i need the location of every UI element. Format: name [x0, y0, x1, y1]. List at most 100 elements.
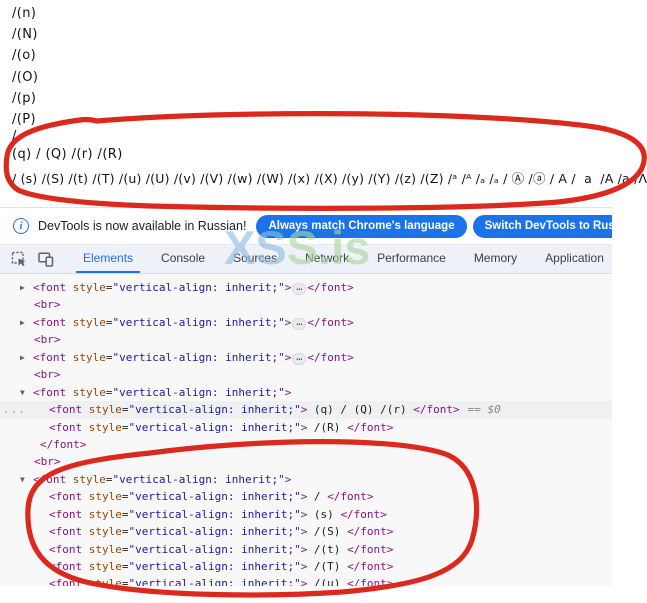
devtools-infobar: i DevTools is now available in Russian! … [0, 208, 612, 245]
tab-console[interactable]: Console [147, 245, 219, 273]
code-token: <font [49, 525, 89, 539]
code-token: <font [33, 281, 73, 294]
devtools-tabs: Elements Console Sources Network Performance… [69, 245, 612, 273]
chevron-right-icon[interactable]: ▶ [20, 314, 25, 331]
infobar-button[interactable]: Always match Chrome's language [256, 214, 467, 238]
chevron-down-icon[interactable]: ▼ [20, 384, 25, 401]
code-token: = [105, 472, 113, 486]
code-token: <font [33, 472, 73, 486]
chevron-right-icon[interactable]: ▶ [20, 279, 25, 296]
code-token: <br> [34, 333, 61, 347]
code-token: "vertical-align: inherit;" [112, 385, 285, 399]
tab-elements[interactable]: Elements [69, 245, 147, 273]
code-token: </font> [327, 490, 374, 504]
device-toolbar-icon[interactable] [38, 251, 54, 267]
code-token: </font> [347, 560, 394, 573]
code-token: "vertical-align: inherit;" [128, 490, 301, 504]
code-token: > [284, 472, 292, 486]
tree-row[interactable]: <font style="vertical-align: inherit;"> … [0, 575, 612, 586]
tree-row[interactable]: <font style="vertical-align: inherit;"> … [0, 506, 612, 523]
tab-performance[interactable]: Performance [363, 245, 460, 273]
inspect-icon[interactable] [11, 251, 27, 267]
tree-row[interactable]: <font style="vertical-align: inherit;"> … [0, 488, 612, 505]
code-token: == $0 [467, 403, 501, 417]
code-token: </font> [347, 542, 394, 556]
code-token: (q) / (Q) /(r) [307, 403, 414, 417]
char-line: /(p) [12, 91, 37, 106]
char-line: /(o) [12, 48, 37, 63]
code-token: style [88, 542, 122, 556]
tree-row[interactable]: <font style="vertical-align: inherit;"> … [0, 523, 612, 540]
expand-ellipsis-button[interactable]: … [292, 283, 307, 295]
code-token: <font [49, 542, 89, 556]
code-token: > [284, 385, 292, 399]
code-token: /(T) [307, 560, 348, 573]
tab-network[interactable]: Network [291, 245, 363, 273]
infobar-message: DevTools is now available in Russian! [38, 219, 247, 233]
code-token: "vertical-align: inherit;" [128, 577, 301, 586]
code-token: style [72, 350, 106, 364]
devtools-tab-bar: Elements Console Sources Network Performance… [0, 245, 612, 274]
expand-ellipsis-button[interactable]: … [292, 317, 307, 330]
info-icon: i [13, 218, 29, 234]
code-token: = [105, 350, 113, 364]
tree-row[interactable]: ▶ <font style="vertical-align: inherit;">… [0, 279, 612, 296]
code-token: /(R) [307, 420, 348, 434]
code-token: style [88, 490, 122, 504]
code-token: <font [33, 385, 73, 399]
elements-tree: ▶ <font style="vertical-align: inherit;">… [0, 274, 612, 586]
code-token: (s) [307, 507, 341, 521]
code-token: "vertical-align: inherit;" [128, 420, 301, 434]
expand-ellipsis-button[interactable]: … [292, 352, 307, 365]
chevron-down-icon[interactable]: ▼ [20, 471, 25, 488]
code-token: = [105, 281, 113, 294]
code-token: > [284, 315, 292, 329]
code-token: </font> [307, 315, 354, 329]
code-token: <font [49, 403, 89, 417]
code-token: "vertical-align: inherit;" [128, 507, 301, 521]
tree-row[interactable]: ... <font style="vertical-align: inherit;… [0, 401, 612, 419]
tree-row[interactable]: </font> [0, 436, 612, 453]
code-token: <font [49, 577, 89, 586]
tree-row[interactable]: <font style="vertical-align: inherit;"> … [0, 541, 612, 558]
tree-row[interactable]: ▶ <font style="vertical-align: inherit;">… [0, 314, 612, 331]
code-token: <font [49, 507, 89, 521]
tree-row[interactable]: ▼ <font style="vertical-align: inherit;"> [0, 471, 612, 488]
code-token: </font> [40, 437, 87, 451]
code-token: "vertical-align: inherit;" [112, 315, 285, 329]
code-token: "vertical-align: inherit;" [112, 472, 285, 486]
char-line: /(O) [12, 70, 39, 85]
tree-row[interactable]: ▶ <font style="vertical-align: inherit;">… [0, 349, 612, 366]
tab-application[interactable]: Application [531, 245, 612, 273]
tree-row[interactable]: <br> [0, 366, 612, 383]
code-token: </font> [340, 507, 387, 521]
code-token: <font [49, 560, 89, 573]
code-token: "vertical-align: inherit;" [128, 403, 301, 417]
char-line: / [12, 129, 17, 144]
char-line: / (s) /(S) /(t) /(T) /(u) /(U) /(v) /(V)… [12, 171, 647, 186]
code-token: / [307, 490, 328, 504]
code-token: "vertical-align: inherit;" [112, 281, 285, 294]
code-token: "vertical-align: inherit;" [128, 560, 301, 573]
code-token: "vertical-align: inherit;" [128, 542, 301, 556]
code-token: "vertical-align: inherit;" [128, 525, 301, 539]
tree-row[interactable]: <br> [0, 296, 612, 313]
tab-sources[interactable]: Sources [219, 245, 291, 273]
tree-row[interactable]: <br> [0, 331, 612, 348]
code-token: = [105, 385, 113, 399]
code-token: </font> [307, 350, 354, 364]
tree-row[interactable]: ▼ <font style="vertical-align: inherit;"> [0, 384, 612, 401]
infobar-button[interactable]: Switch DevTools to Russian [472, 214, 612, 238]
code-token: style [88, 525, 122, 539]
tree-row[interactable]: <font style="vertical-align: inherit;"> … [0, 558, 612, 575]
code-token: </font> [347, 577, 394, 586]
code-token: style [88, 420, 122, 434]
tree-row[interactable]: <br> [0, 453, 612, 470]
char-line: /(P) [12, 112, 36, 127]
chevron-right-icon[interactable]: ▶ [20, 349, 25, 366]
code-token: "vertical-align: inherit;" [112, 350, 285, 364]
tree-row[interactable]: <font style="vertical-align: inherit;"> … [0, 419, 612, 436]
tab-memory[interactable]: Memory [460, 245, 531, 273]
code-token: style [72, 385, 106, 399]
code-token: > [284, 281, 292, 294]
